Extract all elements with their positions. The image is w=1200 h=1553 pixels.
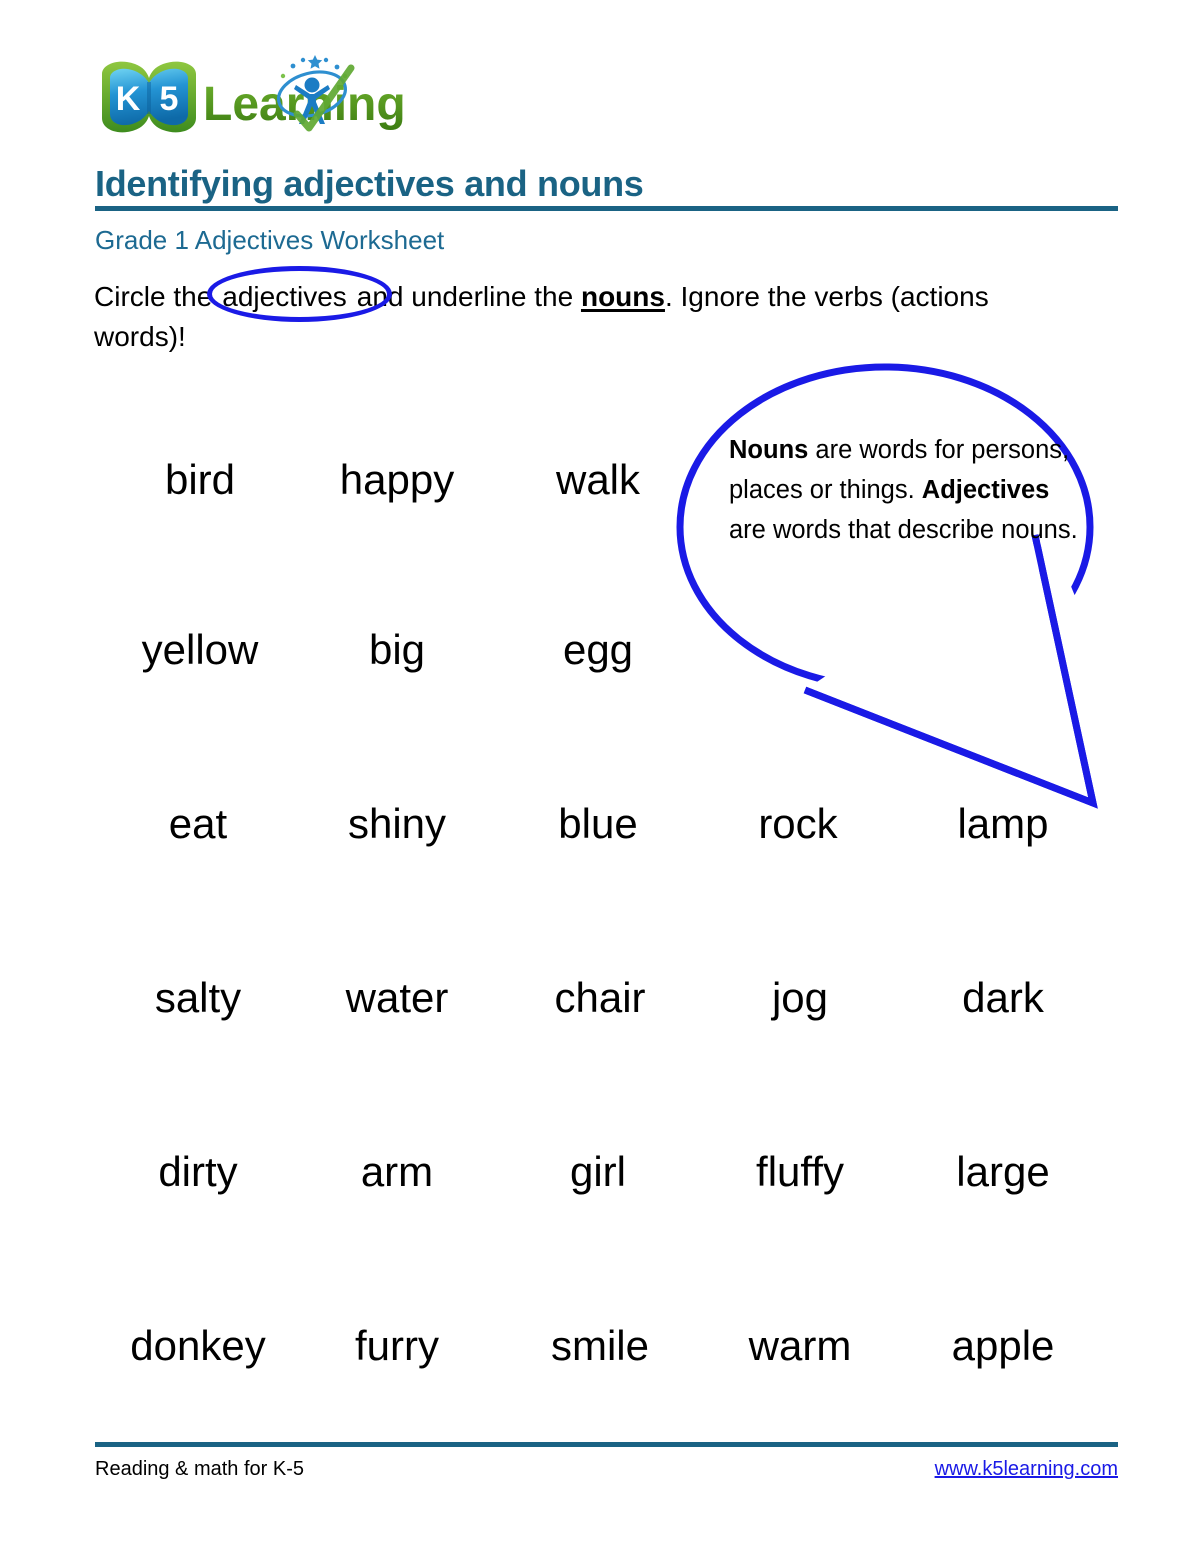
instructions-part2: and underline the	[356, 281, 574, 312]
word-item[interactable]: water	[346, 974, 449, 1022]
word-item[interactable]: walk	[556, 456, 640, 504]
title-divider	[95, 206, 1118, 211]
svg-text:5: 5	[160, 80, 179, 118]
word-item[interactable]: arm	[361, 1148, 433, 1196]
word-item[interactable]: dirty	[158, 1148, 237, 1196]
word-item[interactable]: rock	[758, 800, 837, 848]
k5-book-icon: K 5	[102, 61, 196, 133]
word-item[interactable]: salty	[155, 974, 241, 1022]
svg-text:K: K	[116, 80, 141, 118]
instructions-part1: Circle the	[94, 281, 213, 312]
word-item[interactable]: jog	[772, 974, 828, 1022]
hint-bubble-text: Nouns are words for persons, places or t…	[729, 430, 1089, 550]
word-item[interactable]: large	[956, 1148, 1049, 1196]
word-row: eat shiny blue rock lamp	[95, 778, 1105, 952]
circled-word-label: adjectives	[222, 281, 347, 312]
word-item[interactable]: eat	[169, 800, 227, 848]
word-item[interactable]: bird	[165, 456, 235, 504]
word-item[interactable]: lamp	[957, 800, 1048, 848]
word-row: salty water chair jog dark	[95, 952, 1105, 1126]
page-subtitle: Grade 1 Adjectives Worksheet	[95, 225, 445, 255]
footer-tagline: Reading & math for K-5	[95, 1458, 304, 1480]
word-item[interactable]: girl	[570, 1148, 626, 1196]
word-item[interactable]: yellow	[142, 626, 259, 674]
word-item[interactable]: apple	[952, 1322, 1055, 1370]
word-row: yellow big egg	[95, 604, 1105, 778]
word-item[interactable]: fluffy	[756, 1148, 844, 1196]
word-grid: bird happy walk yellow big egg eat shiny…	[95, 430, 1105, 1474]
hint-term-adjectives: Adjectives	[921, 476, 1050, 504]
worksheet-page: K 5 Learning Identifying adjectives and …	[0, 0, 1200, 1553]
underlined-nouns-word: nouns	[580, 281, 665, 312]
footer-divider	[95, 1442, 1118, 1447]
word-item[interactable]: chair	[554, 974, 645, 1022]
word-item[interactable]: dark	[962, 974, 1044, 1022]
word-item[interactable]: shiny	[348, 800, 446, 848]
word-item[interactable]: furry	[355, 1322, 439, 1370]
hint-term-nouns: Nouns	[729, 436, 809, 464]
word-item[interactable]: happy	[340, 456, 454, 504]
word-item[interactable]: warm	[749, 1322, 852, 1370]
word-item[interactable]: smile	[551, 1322, 649, 1370]
instructions-text: Circle the adjectives and underline the no…	[94, 266, 1074, 357]
circled-adjectives-word: adjectives	[207, 266, 393, 322]
hint-text-2: are words that describe nouns.	[729, 516, 1078, 544]
footer-website-link[interactable]: www.k5learning.com	[935, 1458, 1118, 1481]
word-item[interactable]: donkey	[130, 1322, 265, 1370]
word-item[interactable]: blue	[558, 800, 637, 848]
word-row: donkey furry smile warm apple	[95, 1300, 1105, 1474]
word-row: dirty arm girl fluffy large	[95, 1126, 1105, 1300]
k5-learning-logo: K 5 Learning	[97, 52, 407, 144]
word-item[interactable]: egg	[563, 626, 633, 674]
word-item[interactable]: big	[369, 626, 425, 674]
page-title: Identifying adjectives and nouns	[95, 163, 644, 204]
